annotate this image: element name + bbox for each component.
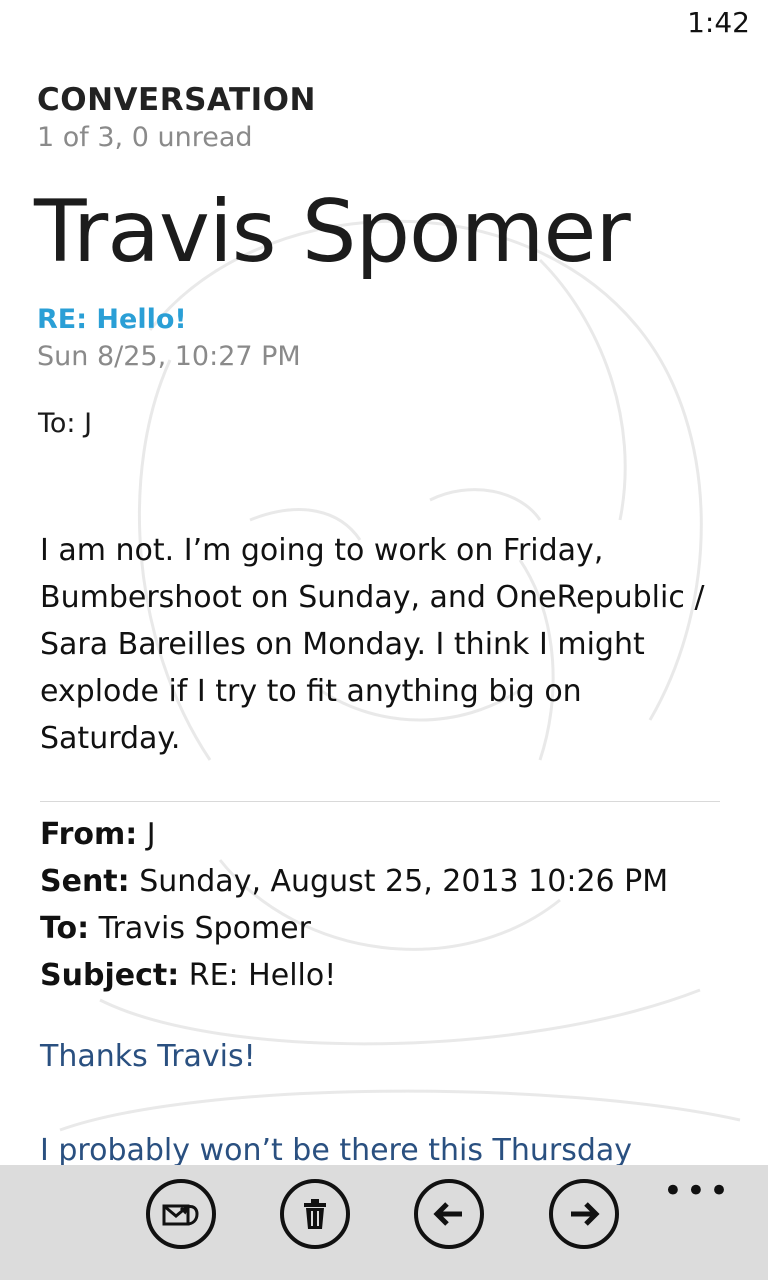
previous-button[interactable] — [414, 1179, 484, 1249]
quoted-from-label: From: — [40, 817, 138, 852]
previous-icon — [433, 1202, 462, 1226]
quoted-subject-row: Subject: RE: Hello! — [40, 952, 668, 999]
quoted-sent-value: Sunday, August 25, 2013 10:26 PM — [129, 864, 669, 899]
conversation-count: 1 of 3, 0 unread — [37, 122, 253, 153]
reply-icon — [162, 1204, 199, 1226]
more-options-button[interactable]: ••• — [663, 1174, 732, 1208]
delete-button[interactable] — [280, 1179, 350, 1249]
quoted-from-value: J — [137, 817, 156, 852]
next-button[interactable] — [549, 1179, 619, 1249]
quoted-to-label: To: — [40, 911, 90, 946]
quoted-sent-label: Sent: — [40, 864, 130, 899]
quoted-header: From: J Sent: Sunday, August 25, 2013 10… — [40, 811, 668, 999]
quoted-reply-line-1: Thanks Travis! — [40, 1039, 256, 1074]
quote-divider — [40, 801, 720, 802]
quoted-reply-line-2: I probably won’t be there this Thursday — [40, 1133, 633, 1165]
quoted-from-row: From: J — [40, 811, 668, 858]
app-title: CONVERSATION — [37, 82, 316, 118]
quoted-to-value: Travis Spomer — [89, 911, 311, 946]
recipient-line[interactable]: To: J — [38, 408, 92, 439]
reply-button[interactable] — [146, 1179, 216, 1249]
sender-name[interactable]: Travis Spomer — [34, 182, 631, 282]
quoted-sent-row: Sent: Sunday, August 25, 2013 10:26 PM — [40, 858, 668, 905]
app-bar: ••• — [0, 1165, 768, 1280]
message-view[interactable]: CONVERSATION 1 of 3, 0 unread Travis Spo… — [0, 0, 768, 1165]
message-body: I am not. I’m going to work on Friday, B… — [40, 533, 705, 756]
quoted-to-row: To: Travis Spomer — [40, 905, 668, 952]
message-date: Sun 8/25, 10:27 PM — [37, 341, 301, 372]
delete-icon — [304, 1199, 326, 1229]
message-subject: RE: Hello! — [37, 304, 187, 335]
next-icon — [571, 1202, 600, 1226]
quoted-subject-label: Subject: — [40, 958, 180, 993]
quoted-subject-value: RE: Hello! — [179, 958, 337, 993]
